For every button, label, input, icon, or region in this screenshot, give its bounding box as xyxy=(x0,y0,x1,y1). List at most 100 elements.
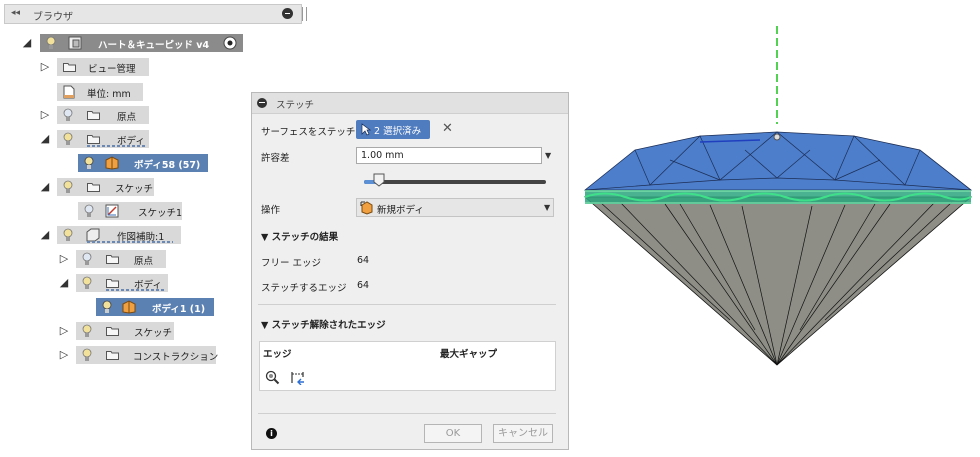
folder-icon xyxy=(106,255,119,264)
folder-icon xyxy=(106,327,119,336)
tree-item-sketch1[interactable]: スケッチ1 xyxy=(78,202,182,220)
free-edges-label: フリー エッジ xyxy=(261,258,322,269)
expand-triangle-icon[interactable]: ▷ xyxy=(38,108,52,122)
lightbulb-icon[interactable] xyxy=(63,228,73,242)
tree-item-origin[interactable]: 原点 xyxy=(57,106,149,124)
chevron-down-icon[interactable]: ▼ xyxy=(545,151,551,160)
free-edges-value: 64 xyxy=(357,255,370,266)
tree-item-construction[interactable]: コンストラクション xyxy=(76,346,219,364)
cancel-button[interactable]: キャンセル xyxy=(493,424,553,443)
center-point[interactable] xyxy=(773,133,781,141)
tree-item-bodies[interactable]: ボディ xyxy=(57,130,149,148)
lightbulb-icon[interactable] xyxy=(82,276,92,290)
minimize-icon[interactable] xyxy=(282,8,293,19)
expand-triangle-icon[interactable]: ▷ xyxy=(57,324,71,338)
component-icon xyxy=(68,36,82,50)
expand-triangle-icon[interactable]: ▷ xyxy=(38,60,52,74)
tree-item-body58[interactable]: ボディ58 (57) xyxy=(78,154,208,172)
lightbulb-icon[interactable] xyxy=(82,252,92,266)
collapse-triangle-icon[interactable]: ◢ xyxy=(57,276,71,290)
results-section-title: ステッチの結果 xyxy=(271,232,339,243)
edge-gap-icon[interactable] xyxy=(290,370,306,385)
expand-triangle-icon[interactable]: ▷ xyxy=(57,252,71,266)
footer-divider xyxy=(258,413,556,414)
stitched-edges-value: 64 xyxy=(357,280,370,291)
lightbulb-icon[interactable] xyxy=(102,300,112,314)
gem-girdle xyxy=(585,190,971,204)
tree-item-sub-sketches[interactable]: スケッチ xyxy=(76,322,174,340)
tolerance-label: 許容差 xyxy=(261,153,290,164)
activate-radio-icon[interactable] xyxy=(223,36,237,50)
dialog-titlebar[interactable]: ステッチ xyxy=(252,93,568,114)
lightbulb-icon[interactable] xyxy=(63,180,73,194)
lightbulb-icon[interactable] xyxy=(84,156,94,170)
tolerance-slider-thumb[interactable] xyxy=(373,173,385,187)
tree-label: スケッチ1 xyxy=(138,208,183,219)
tree-label: 原点 xyxy=(134,256,154,267)
collapse-panel-icon[interactable]: ◂◂ xyxy=(11,8,20,18)
body-icon xyxy=(105,156,119,170)
browser-title: ブラウザ xyxy=(33,12,73,23)
folder-icon xyxy=(63,63,76,72)
tree-label: ハート＆キューピッド v4 xyxy=(98,40,210,51)
column-header-max-gap: 最大ギャップ xyxy=(440,349,498,360)
expand-triangle-icon[interactable]: ▷ xyxy=(57,348,71,362)
tolerance-slider-track[interactable] xyxy=(364,180,546,184)
folder-icon xyxy=(87,183,100,192)
tree-label: ビュー管理 xyxy=(88,64,136,75)
cursor-arrow-icon xyxy=(361,123,371,136)
selection-count: 2 選択済み xyxy=(374,126,422,137)
tree-label: スケッチ xyxy=(134,328,173,339)
zoom-icon[interactable] xyxy=(265,370,280,385)
tree-item-construction-aid[interactable]: 作図補助:1 xyxy=(57,226,181,244)
ok-button[interactable]: OK xyxy=(424,424,482,443)
section-divider xyxy=(258,304,556,305)
collapse-triangle-icon[interactable]: ◢ xyxy=(38,228,52,242)
collapse-triangle-icon[interactable]: ◢ xyxy=(38,132,52,146)
sketch-icon xyxy=(105,204,119,218)
tree-label: ボディ58 (57) xyxy=(134,160,201,171)
tree-label: コンストラクション xyxy=(133,352,219,363)
selection-button[interactable]: 2 選択済み xyxy=(356,120,430,139)
hatch-indicator xyxy=(106,289,166,291)
tolerance-value: 1.00 mm xyxy=(361,150,404,161)
removed-section-toggle[interactable]: ▼ ステッチ解除されたエッジ xyxy=(261,317,386,331)
folder-icon xyxy=(87,135,100,144)
lightbulb-icon[interactable] xyxy=(46,36,56,50)
browser-header: ◂◂ ブラウザ xyxy=(4,4,307,24)
resize-grip[interactable] xyxy=(302,7,307,21)
tree-item-body1[interactable]: ボディ1 (1) xyxy=(96,298,214,316)
tree-item-units[interactable]: 単位: mm xyxy=(57,83,143,101)
folder-icon xyxy=(106,351,119,360)
collapse-triangle-icon[interactable]: ◢ xyxy=(38,180,52,194)
results-section-toggle[interactable]: ▼ ステッチの結果 xyxy=(261,229,338,243)
hatch-indicator xyxy=(87,241,173,243)
info-icon[interactable]: i xyxy=(266,428,277,439)
tree-item-view-management[interactable]: ビュー管理 xyxy=(57,58,149,76)
clear-selection-icon[interactable]: ✕ xyxy=(442,122,453,136)
body-icon xyxy=(122,300,136,314)
tolerance-input[interactable]: 1.00 mm xyxy=(356,147,542,164)
stitch-dialog: ステッチ サーフェスをステッチ 2 選択済み ✕ 許容差 1.00 mm ▼ 操… xyxy=(251,92,569,450)
tree-item-sketches[interactable]: スケッチ xyxy=(57,178,154,196)
operation-label: 操作 xyxy=(261,205,281,216)
collapse-dialog-icon[interactable] xyxy=(257,98,267,108)
folder-icon xyxy=(87,111,100,120)
model-viewport[interactable] xyxy=(580,20,980,370)
gem-crown xyxy=(583,131,973,191)
tree-label: 単位: mm xyxy=(87,89,131,100)
lightbulb-icon[interactable] xyxy=(63,132,73,146)
lightbulb-icon[interactable] xyxy=(82,348,92,362)
document-icon xyxy=(63,85,75,99)
tree-item-root[interactable]: ハート＆キューピッド v4 xyxy=(40,34,243,52)
lightbulb-icon[interactable] xyxy=(84,204,94,218)
operation-dropdown[interactable]: 新規ボディ ▼ xyxy=(356,198,554,217)
chevron-down-icon: ▼ xyxy=(544,203,551,212)
tree-item-sub-origin[interactable]: 原点 xyxy=(76,250,166,268)
collapse-triangle-icon[interactable]: ◢ xyxy=(20,36,34,50)
tree-item-sub-bodies[interactable]: ボディ xyxy=(76,274,168,292)
dialog-title: ステッチ xyxy=(276,100,315,111)
tree-label: ボディ1 (1) xyxy=(152,304,206,315)
lightbulb-icon[interactable] xyxy=(82,324,92,338)
lightbulb-icon[interactable] xyxy=(63,108,73,122)
